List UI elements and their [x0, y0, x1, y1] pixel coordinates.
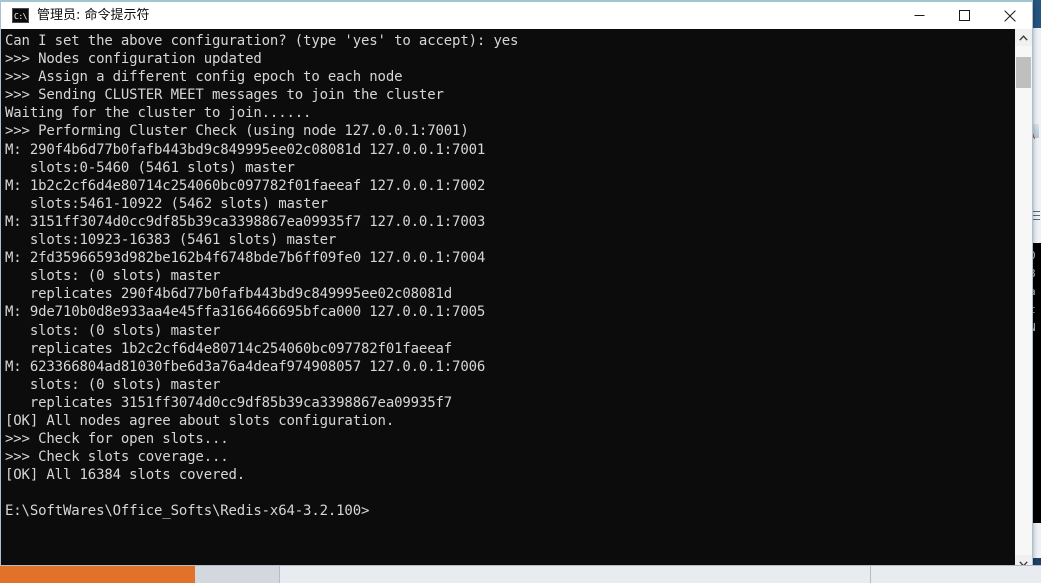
close-icon — [1003, 9, 1016, 22]
console-line: slots:10923-16383 (5461 slots) master — [5, 232, 337, 249]
console-line: slots: (0 slots) master — [5, 268, 221, 285]
scroll-up-arrow-icon[interactable] — [1015, 29, 1032, 46]
console-line: >>> Assign a different config epoch to e… — [5, 69, 403, 86]
console-line: M: 623366804ad81030fbe6d3a76a4deaf974908… — [5, 358, 486, 375]
taskbar-tray[interactable] — [871, 566, 1041, 583]
console-line: >>> Check for open slots... — [5, 431, 229, 448]
console-client-area[interactable]: Can I set the above configuration? (type… — [1, 29, 1032, 572]
scrollbar-track[interactable] — [1015, 46, 1032, 555]
console-line: slots: (0 slots) master — [5, 376, 221, 393]
desktop-background: A 0 8 a t N C:\ 管理员: 命令提示符 — [0, 0, 1041, 583]
console-line: Can I set the above configuration? (type… — [5, 33, 519, 49]
console-output[interactable]: Can I set the above configuration? (type… — [1, 29, 1014, 572]
taskbar-slot[interactable] — [195, 566, 280, 583]
taskbar-active-item[interactable] — [0, 566, 195, 583]
maximize-icon — [959, 10, 970, 21]
command-prompt-window[interactable]: C:\ 管理员: 命令提示符 Can I set the above confi… — [0, 0, 1033, 572]
console-line: M: 1b2c2cf6d4e80714c254060bc097782f01fae… — [5, 177, 486, 194]
console-line: replicates 3151ff3074d0cc9df85b39ca33988… — [5, 394, 453, 411]
maximize-button[interactable] — [942, 2, 987, 29]
window-title: 管理员: 命令提示符 — [37, 8, 150, 23]
close-button[interactable] — [987, 2, 1032, 29]
console-line: Waiting for the cluster to join...... — [5, 105, 312, 122]
cmd-icon: C:\ — [12, 8, 29, 23]
console-line: replicates 290f4b6d77b0fafb443bd9c849995… — [5, 286, 453, 303]
console-line: slots:5461-10922 (5462 slots) master — [5, 195, 328, 212]
console-line: >>> Performing Cluster Check (using node… — [5, 123, 469, 140]
console-line: E:\SoftWares\Office_Softs\Redis-x64-3.2.… — [5, 503, 370, 520]
scrollbar-thumb[interactable] — [1016, 57, 1031, 88]
console-scrollbar[interactable] — [1014, 29, 1032, 572]
taskbar[interactable] — [0, 565, 1041, 583]
minimize-button[interactable] — [897, 2, 942, 29]
window-controls — [897, 2, 1032, 29]
console-line: slots:0-5460 (5461 slots) master — [5, 159, 295, 176]
console-line: M: 2fd35966593d982be162b4f6748bde7b6ff09… — [5, 250, 486, 267]
console-line: replicates 1b2c2cf6d4e80714c254060bc0977… — [5, 340, 453, 357]
console-line: [OK] All nodes agree about slots configu… — [5, 412, 395, 429]
console-line: M: 290f4b6d77b0fafb443bd9c849995ee02c080… — [5, 141, 486, 158]
taskbar-slot[interactable] — [280, 566, 871, 583]
console-line: >>> Nodes configuration updated — [5, 51, 262, 68]
console-line: >>> Check slots coverage... — [5, 449, 229, 466]
console-line: M: 9de710b0d8e933aa4e45ffa3166466695bfca… — [5, 304, 486, 321]
minimize-icon — [914, 15, 925, 16]
window-titlebar[interactable]: C:\ 管理员: 命令提示符 — [1, 2, 1032, 29]
console-line: slots: (0 slots) master — [5, 322, 221, 339]
console-line: [OK] All 16384 slots covered. — [5, 467, 246, 484]
console-line: >>> Sending CLUSTER MEET messages to joi… — [5, 87, 444, 104]
console-line: M: 3151ff3074d0cc9df85b39ca3398867ea0993… — [5, 213, 486, 230]
